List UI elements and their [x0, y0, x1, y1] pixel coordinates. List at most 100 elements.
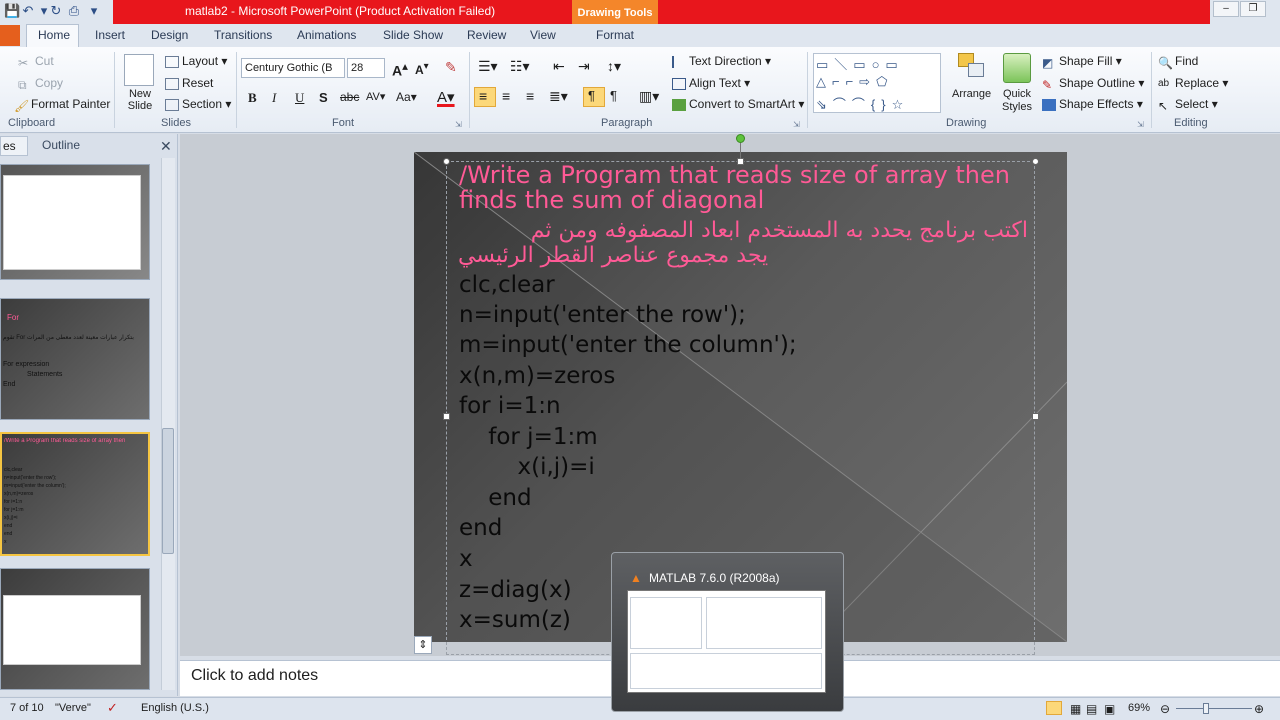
qat-customize-icon[interactable]: ▾ [86, 3, 102, 19]
reset-button[interactable]: Reset [165, 76, 213, 90]
minimize-button[interactable]: ‒ [1213, 1, 1239, 17]
quick-styles-button[interactable]: Quick Styles [998, 88, 1036, 114]
align-text-icon [672, 77, 686, 90]
center-icon[interactable]: ≡ [502, 88, 510, 104]
print-icon[interactable]: ⎙ [66, 3, 82, 19]
scrollbar-thumb[interactable] [162, 428, 174, 554]
select-button[interactable]: ↖ Select ▾ [1158, 97, 1218, 113]
strikethrough-button[interactable]: abc [340, 90, 359, 104]
tab-insert[interactable]: Insert [95, 28, 125, 42]
grow-font-icon[interactable]: A▴ [392, 59, 408, 79]
shapes-row-2-icon: △⌐⌐⇨⬠ [816, 74, 894, 89]
restore-button[interactable]: ❐ [1240, 1, 1266, 17]
layout-button[interactable]: Layout ▾ [165, 54, 227, 68]
format-painter-button[interactable]: 🖌 Format Painter [14, 97, 110, 113]
replace-button[interactable]: ab Replace ▾ [1158, 76, 1228, 90]
align-text-button[interactable]: Align Text ▾ [672, 76, 750, 90]
drawing-dialog-launcher-icon[interactable]: ⇲ [1137, 120, 1144, 129]
new-slide-button[interactable]: New Slide [126, 88, 154, 112]
character-spacing-button[interactable]: AV▾ [366, 90, 385, 103]
notes-placeholder[interactable]: Click to add notes [191, 667, 318, 685]
zoom-slider[interactable] [1176, 708, 1252, 709]
tab-animations[interactable]: Animations [297, 28, 356, 42]
new-slide-icon[interactable] [124, 54, 154, 86]
bullets-icon[interactable]: ☰▾ [478, 58, 498, 75]
font-name-select[interactable]: Century Gothic (B [241, 58, 345, 78]
redo-icon[interactable]: ↻ [48, 3, 64, 19]
align-right-icon[interactable]: ≡ [526, 88, 534, 104]
code-line-10: x [459, 546, 473, 572]
change-case-button[interactable]: Aa▾ [396, 90, 417, 104]
reading-view-icon[interactable]: ▤ [1086, 702, 1097, 716]
decrease-indent-icon[interactable]: ⇤ [553, 58, 565, 75]
shrink-font-icon[interactable]: A▾ [415, 61, 429, 77]
slide-title-line-2: finds the sum of diagonal [459, 186, 765, 214]
convert-smartart-button[interactable]: Convert to SmartArt ▾ [672, 97, 804, 111]
line-spacing-icon[interactable]: ↕▾ [607, 58, 621, 75]
italic-button[interactable]: I [272, 90, 276, 106]
shadow-button[interactable]: S [319, 90, 328, 105]
tab-home[interactable]: Home [38, 28, 70, 42]
file-tab[interactable] [0, 25, 20, 46]
resize-handle[interactable] [443, 413, 450, 420]
tab-transitions[interactable]: Transitions [214, 28, 272, 42]
columns-icon[interactable]: ▥▾ [639, 88, 659, 105]
normal-view-icon[interactable] [1046, 701, 1062, 715]
rtl-icon[interactable]: ¶ [610, 88, 617, 103]
text-direction-button[interactable]: Text Direction ▾ [672, 54, 771, 68]
increase-indent-icon[interactable]: ⇥ [578, 58, 590, 75]
arrange-icon[interactable] [958, 53, 988, 83]
rotate-handle[interactable] [736, 134, 745, 143]
font-size-select[interactable]: 28 [347, 58, 385, 78]
slide-thumbnail-1[interactable] [0, 164, 150, 280]
resize-handle[interactable] [1032, 158, 1039, 165]
matlab-window-preview[interactable] [627, 590, 826, 693]
underline-button[interactable]: U [295, 90, 304, 106]
tab-slide-show[interactable]: Slide Show [383, 28, 443, 42]
slide-thumbnail-current[interactable]: /Write a Program that reads size of arra… [0, 432, 150, 556]
numbering-icon[interactable]: ☷▾ [510, 58, 530, 75]
paragraph-dialog-launcher-icon[interactable]: ⇲ [793, 120, 800, 129]
tab-review[interactable]: Review [467, 28, 506, 42]
tab-design[interactable]: Design [151, 28, 188, 42]
font-color-icon[interactable]: A▾ [437, 88, 455, 106]
quick-styles-icon[interactable] [1003, 53, 1031, 83]
find-button[interactable]: 🔍 Find [1158, 54, 1198, 70]
bold-button[interactable]: B [248, 90, 257, 106]
arrange-button[interactable]: Arrange [952, 88, 991, 100]
tab-format[interactable]: Format [596, 28, 634, 42]
undo-icon[interactable]: ↶ [20, 3, 36, 19]
justify-icon[interactable]: ≣▾ [549, 88, 568, 105]
theme-name[interactable]: "Verve" [55, 702, 91, 714]
clear-formatting-icon[interactable]: ✎ [445, 59, 457, 76]
resize-handle[interactable] [1032, 413, 1039, 420]
slideshow-icon[interactable]: ▣ [1104, 702, 1115, 716]
zoom-level[interactable]: 69% [1128, 702, 1150, 714]
save-icon[interactable]: 💾 [4, 3, 20, 19]
shape-effects-button[interactable]: Shape Effects ▾ [1042, 97, 1143, 111]
language-indicator[interactable]: English (U.S.) [141, 702, 209, 714]
tab-outline[interactable]: Outline [30, 136, 92, 156]
cut-button[interactable]: ✂ Cut [18, 54, 54, 70]
slide-thumbnail-4[interactable] [0, 568, 150, 690]
slide-sorter-icon[interactable]: ▦ [1070, 702, 1081, 716]
zoom-out-icon[interactable]: ⊖ [1160, 702, 1170, 716]
zoom-slider-thumb[interactable] [1203, 703, 1209, 714]
panel-scrollbar[interactable] [161, 158, 175, 690]
font-dialog-launcher-icon[interactable]: ⇲ [455, 120, 462, 129]
shape-fill-button[interactable]: ◩ Shape Fill ▾ [1042, 54, 1122, 70]
tab-view[interactable]: View [530, 28, 556, 42]
zoom-in-icon[interactable]: ⊕ [1254, 702, 1264, 716]
copy-button[interactable]: ⧉ Copy [18, 76, 63, 92]
spelling-icon[interactable]: ✓ [107, 700, 118, 716]
shape-outline-button[interactable]: ✎ Shape Outline ▾ [1042, 76, 1144, 92]
resize-handle[interactable] [443, 158, 450, 165]
paragraph-group-label: Paragraph [601, 117, 653, 129]
section-button[interactable]: Section ▾ [165, 97, 231, 111]
binoculars-icon: 🔍 [1158, 55, 1173, 70]
preview-pane [706, 597, 822, 649]
close-panel-icon[interactable]: ✕ [160, 138, 172, 155]
autofit-options-icon[interactable]: ⇕ [414, 636, 432, 654]
tab-slides[interactable]: es [0, 136, 28, 156]
slide-thumbnail-2[interactable]: For تقوم For بتكرار عبارات معينة لعدد مع… [0, 298, 150, 420]
